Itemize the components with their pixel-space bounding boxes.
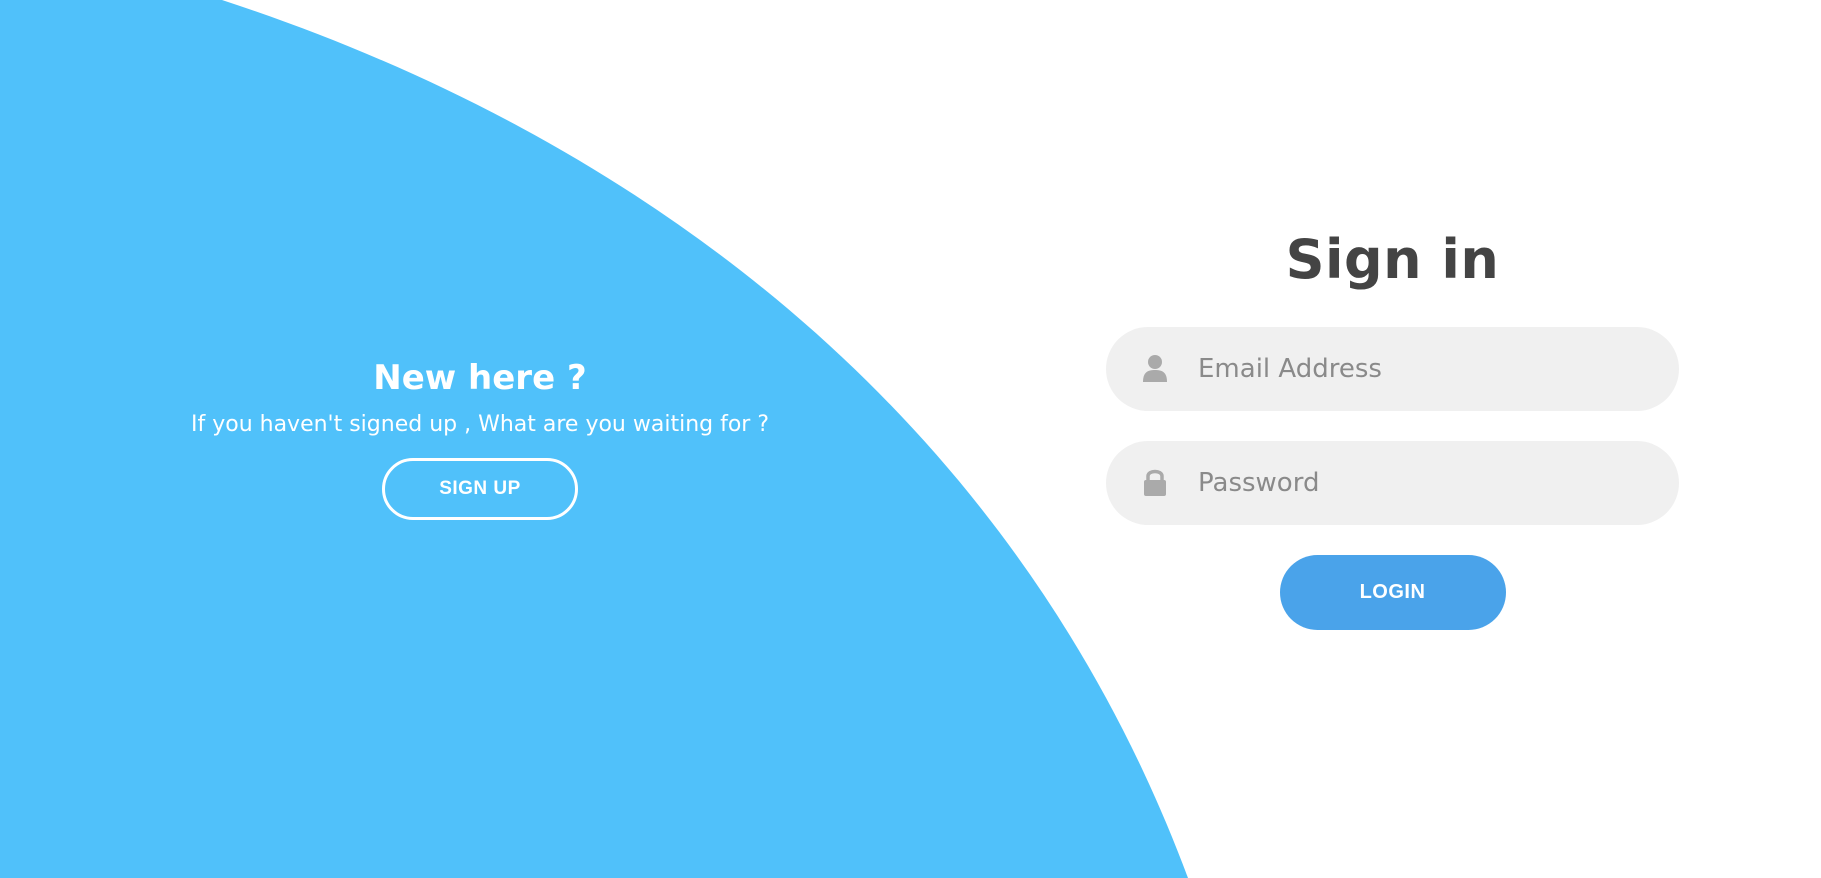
signin-title: Sign in bbox=[1285, 228, 1500, 291]
lock-icon bbox=[1144, 469, 1166, 496]
login-page: New here ? If you haven't signed up , Wh… bbox=[0, 0, 1821, 878]
signup-promo: New here ? If you haven't signed up , Wh… bbox=[160, 356, 800, 520]
email-input[interactable] bbox=[1198, 327, 1648, 411]
promo-title: New here ? bbox=[373, 358, 587, 398]
password-input[interactable] bbox=[1198, 441, 1648, 525]
promo-text: If you haven't signed up , What are you … bbox=[190, 412, 770, 437]
login-button[interactable]: LOGIN bbox=[1279, 555, 1506, 630]
user-icon bbox=[1143, 355, 1167, 382]
email-field[interactable] bbox=[1106, 327, 1679, 411]
signin-form: Sign in LOGIN bbox=[1106, 225, 1679, 630]
signup-button[interactable]: SIGN UP bbox=[382, 458, 578, 520]
password-field[interactable] bbox=[1106, 441, 1679, 525]
